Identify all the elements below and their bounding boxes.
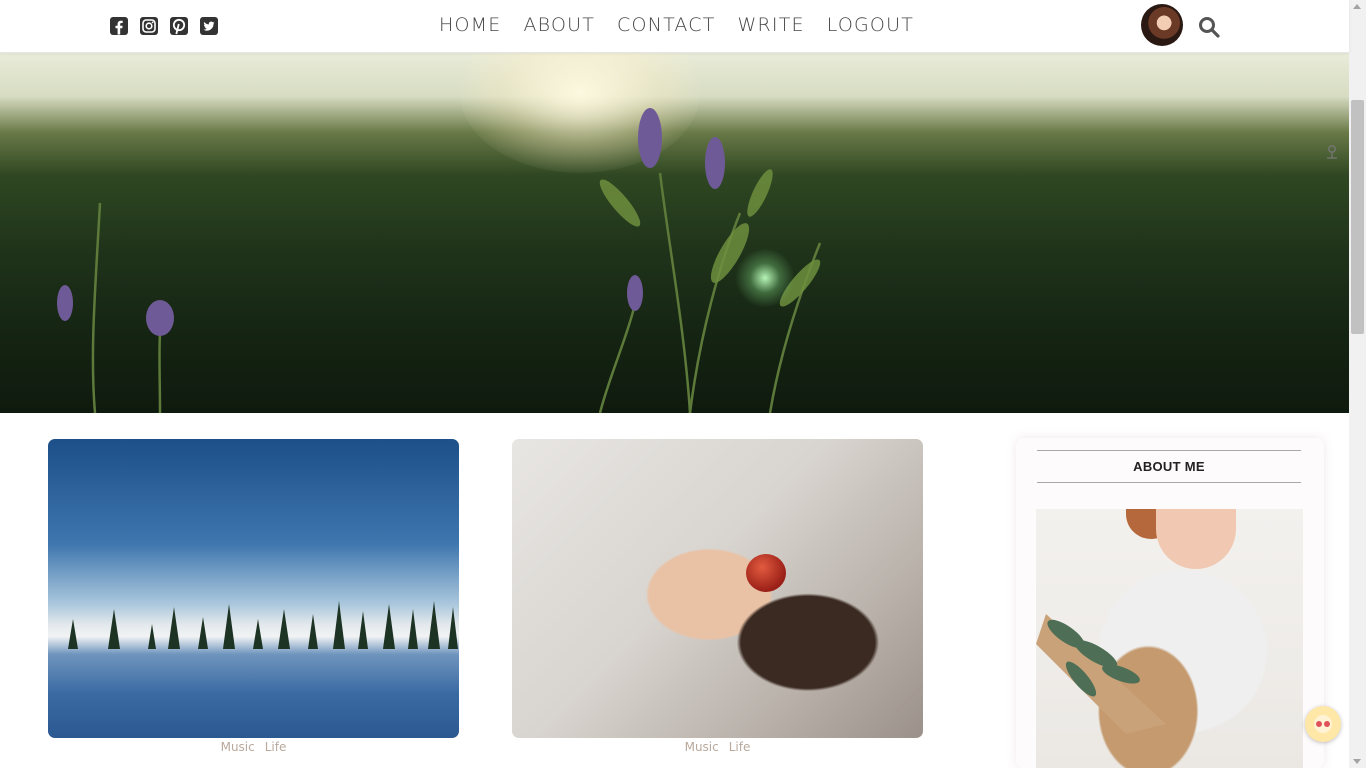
hero-flowers-illustration <box>57 108 822 413</box>
post-image-woman-apple[interactable] <box>512 439 923 738</box>
category-tag[interactable]: Music <box>685 740 719 754</box>
post-image-winter[interactable] <box>48 439 459 738</box>
scroll-down-icon[interactable] <box>1353 759 1361 764</box>
scrollbar-thumb[interactable] <box>1351 100 1364 334</box>
accessibility-icon[interactable] <box>1325 144 1339 160</box>
lens-flare <box>735 248 795 308</box>
greenery-bouquet-illustration <box>1036 614 1166 734</box>
post-categories: Music Life <box>48 740 459 754</box>
facebook-icon[interactable] <box>109 16 129 36</box>
pinterest-icon[interactable] <box>169 16 189 36</box>
top-navbar: HOME ABOUT CONTACT WRITE LOGOUT <box>0 0 1349 53</box>
hero-image <box>0 53 1349 413</box>
about-me-image <box>1036 509 1303 768</box>
nav-home[interactable]: HOME <box>439 13 501 37</box>
face-shape <box>1156 509 1236 569</box>
nav-about[interactable]: ABOUT <box>523 13 595 37</box>
post-categories: Music Life <box>512 740 923 754</box>
search-icon[interactable] <box>1198 16 1220 38</box>
helper-face-icon <box>1314 715 1332 733</box>
main-nav: HOME ABOUT CONTACT WRITE LOGOUT <box>439 13 914 37</box>
apple-shape <box>746 554 786 592</box>
page-scrollbar[interactable] <box>1349 0 1366 768</box>
category-tag[interactable]: Life <box>729 740 751 754</box>
nav-write[interactable]: WRITE <box>738 13 805 37</box>
user-avatar[interactable] <box>1141 4 1183 46</box>
pine-trees-illustration <box>68 601 458 649</box>
scroll-up-icon[interactable] <box>1353 4 1361 9</box>
social-links <box>109 16 219 36</box>
nav-contact[interactable]: CONTACT <box>617 13 716 37</box>
category-tag[interactable]: Life <box>265 740 287 754</box>
category-tag[interactable]: Music <box>221 740 255 754</box>
sidebar-title: ABOUT ME <box>1037 450 1301 483</box>
instagram-icon[interactable] <box>139 16 159 36</box>
floating-helper-button[interactable] <box>1305 706 1341 742</box>
nav-logout[interactable]: LOGOUT <box>827 13 914 37</box>
twitter-icon[interactable] <box>199 16 219 36</box>
